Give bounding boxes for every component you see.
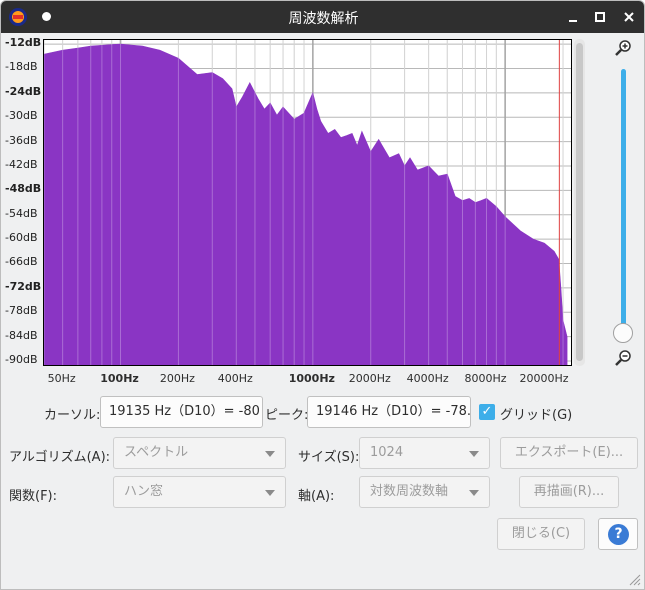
y-tick-label: -60dB [5,231,38,245]
cursor-value-field[interactable]: 19135 Hz（D10）= -80 [100,396,263,428]
axis-select[interactable]: 対数周波数軸 [359,476,490,508]
x-tick-label: 20000Hz [519,372,569,385]
y-tick-label: -42dB [5,157,38,171]
resize-grip-icon[interactable] [627,572,641,586]
replot-button[interactable]: 再描画(R)... [519,476,619,508]
x-tick-label: 8000Hz [464,372,507,385]
grid-label[interactable]: グリッド(G) [500,404,572,423]
y-tick-label: -48dB [5,182,42,196]
x-axis-labels: 50Hz 100Hz 200Hz 400Hz 1000Hz 2000Hz 4000Hz 800… [43,369,572,389]
y-tick-label: -72dB [5,279,42,293]
y-tick-label: -24dB [5,84,42,98]
axis-label: 軸(A): [298,489,335,504]
grid-checkbox[interactable]: ✓ [479,404,495,420]
y-tick-label: -66dB [5,255,38,269]
help-button[interactable]: ? [598,518,638,550]
spectrum-svg [44,40,571,365]
y-tick-label: -78dB [5,304,38,318]
algorithm-select[interactable]: スペクトル [113,437,286,469]
x-tick-label: 2000Hz [348,372,391,385]
minimize-icon[interactable] [563,7,583,27]
y-tick-label: -90dB [5,352,38,366]
size-select-value: 1024 [370,445,404,460]
x-tick-label: 100Hz [100,372,139,385]
zoom-slider-track[interactable] [621,69,626,337]
function-select[interactable]: ハン窓 [113,476,286,508]
zoom-out-icon[interactable] [615,349,633,367]
controls-panel: カーソル: 19135 Hz（D10）= -80 ピーク: 19146 Hz（D… [1,389,644,589]
y-tick-label: -18dB [5,60,38,74]
plot-vertical-scrollbar[interactable] [574,39,585,366]
chevron-down-icon [469,451,479,457]
function-label: 関数(F): [9,489,58,504]
x-tick-label: 4000Hz [406,372,449,385]
export-button[interactable]: エクスポート(E)... [500,437,638,469]
spectrum-panel: -12dB -18dB -24dB -30dB -36dB -42dB -48dB -54dB… [1,34,644,389]
zoom-in-icon[interactable] [615,39,633,57]
peak-label: ピーク: [265,408,309,423]
y-tick-label: -30dB [5,109,38,123]
x-tick-label: 200Hz [159,372,195,385]
size-select[interactable]: 1024 [359,437,490,469]
y-tick-label: -54dB [5,206,38,220]
y-tick-label: -12dB [5,36,42,50]
x-tick-label: 1000Hz [288,372,335,385]
chevron-down-icon [265,451,275,457]
spectrum-plot[interactable] [43,39,572,366]
size-label: サイズ(S): [298,450,360,465]
function-select-value: ハン窓 [124,484,164,499]
y-axis-labels: -12dB -18dB -24dB -30dB -36dB -42dB -48dB -54dB… [1,34,43,369]
x-tick-label: 400Hz [217,372,253,385]
peak-value-field[interactable]: 19146 Hz（D10）= -78. [307,396,471,428]
maximize-icon[interactable] [590,7,610,27]
y-tick-label: -36dB [5,133,38,147]
y-tick-label: -84dB [5,328,38,342]
close-icon[interactable] [619,7,639,27]
algorithm-label: アルゴリズム(A): [9,450,111,465]
chevron-down-icon [469,490,479,496]
x-tick-label: 50Hz [47,372,76,385]
frequency-analysis-window: 周波数解析 -12dB -18dB -24dB -30dB -36dB -42dB -48d… [0,0,645,590]
title-bar: 周波数解析 [1,1,644,33]
axis-select-value: 対数周波数軸 [370,484,449,499]
window-title: 周波数解析 [288,11,359,27]
zoom-controls [611,37,637,367]
scrollbar-thumb[interactable] [576,43,583,361]
zoom-slider-handle[interactable] [613,323,633,343]
chevron-down-icon [265,490,275,496]
cursor-label: カーソル: [44,408,101,423]
close-button[interactable]: 閉じる(C) [497,518,585,550]
help-icon: ? [608,524,629,545]
algorithm-select-value: スペクトル [124,445,189,460]
spectrum-area [44,43,568,365]
